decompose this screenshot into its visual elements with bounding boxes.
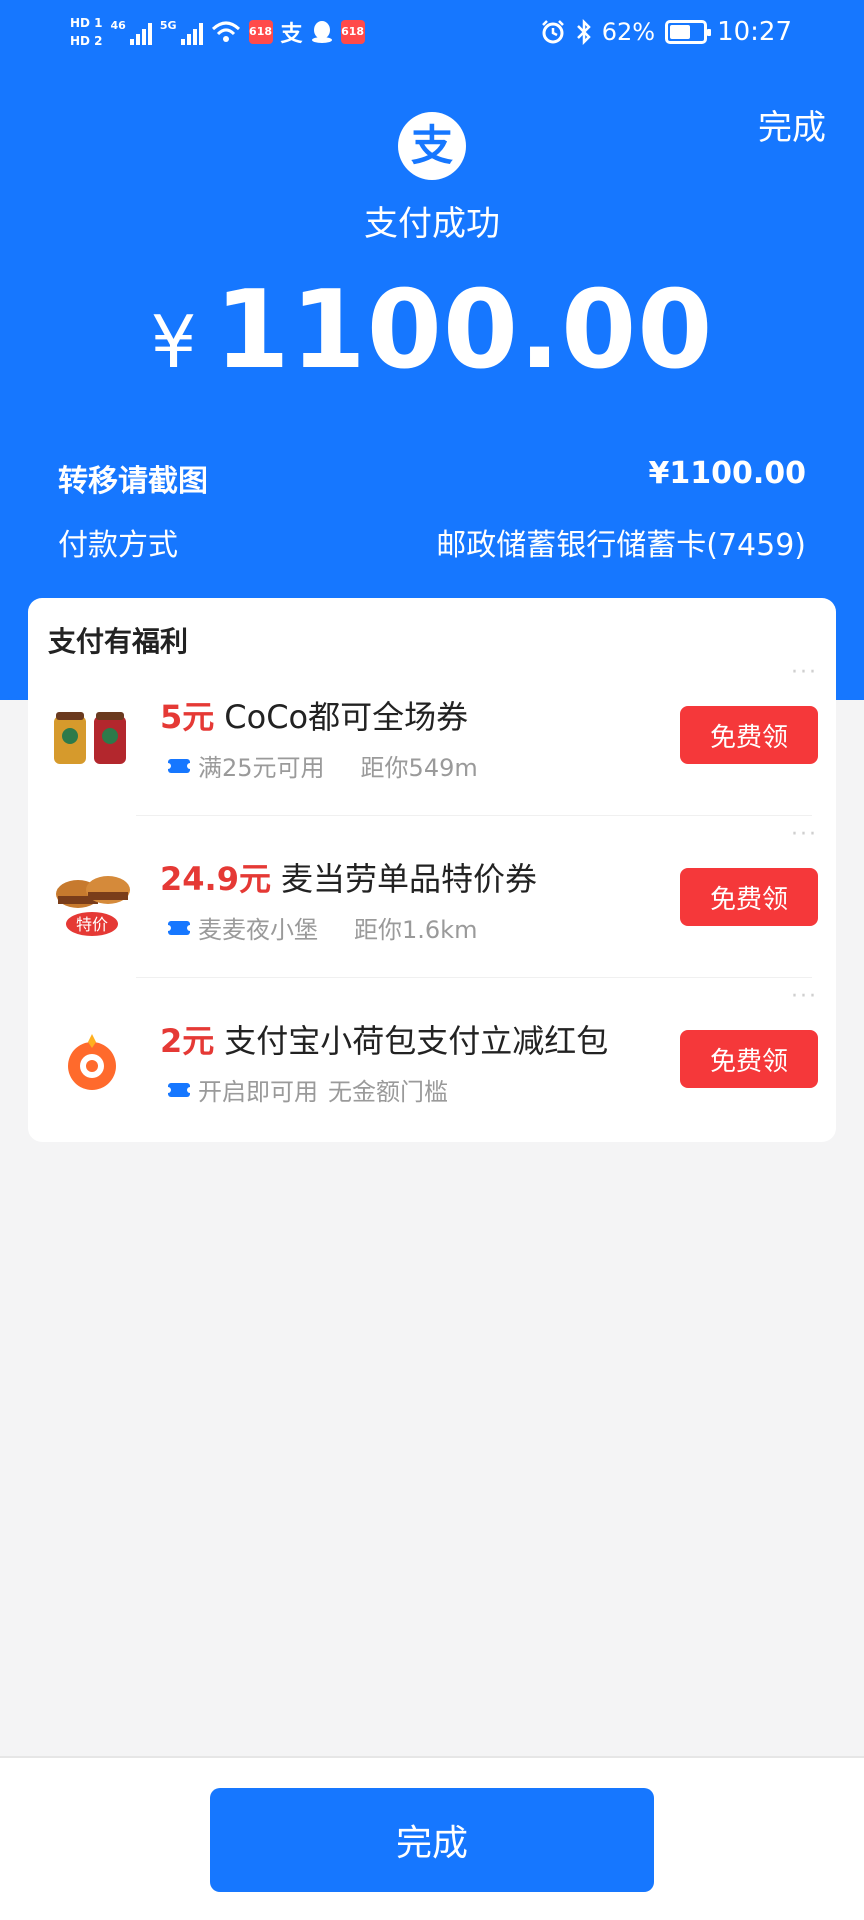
clock: 10:27 [717, 17, 792, 47]
deal-item-alipay-wallet[interactable]: ··· 2元 支付宝小荷包支付立减红包 开启即可用 无金额门槛 免费领 [28, 978, 836, 1140]
deal-name: 麦当劳单品特价券 [280, 860, 537, 898]
network-type-label-2: 5G [159, 19, 177, 32]
deal-title: 2元 支付宝小荷包支付立减红包 [160, 1016, 608, 1062]
wifi-icon [211, 21, 240, 42]
special-price-tag: 特价 [76, 915, 108, 934]
claim-button[interactable]: 免费领 [680, 1030, 818, 1088]
sim1-label: HD 1 [70, 16, 103, 30]
shopping-618-icon-2: 618 [340, 20, 365, 44]
signal-icon-2: 5G [160, 19, 203, 45]
wallet-pouch-icon [68, 1034, 116, 1090]
deal-price: 24.9元 [160, 860, 271, 898]
deal-condition: 满25元可用 [198, 754, 325, 782]
deal-title: 24.9元 麦当劳单品特价券 [160, 854, 537, 900]
claim-button[interactable]: 免费领 [680, 706, 818, 764]
deal-title: 5元 CoCo都可全场券 [160, 692, 468, 738]
more-options-icon[interactable]: ··· [791, 822, 818, 847]
deal-price: 2元 [160, 1022, 215, 1060]
ticket-icon [165, 1082, 193, 1097]
deal-price: 5元 [160, 698, 215, 736]
payment-amount: ¥1100.00 [0, 268, 864, 393]
deal-condition: 开启即可用 [198, 1078, 318, 1106]
battery-percent: 62% [601, 18, 656, 46]
info-row-amount: 转移请截图 ¥1100.00 [58, 456, 806, 500]
done-button[interactable]: 完成 [210, 1788, 654, 1892]
deal-distance: 距你549m [360, 754, 478, 782]
ticket-icon [165, 758, 193, 773]
info-label: 转移请截图 [58, 464, 208, 499]
deal-item-mcdonalds[interactable]: ··· 特价 24.9元 麦当劳单品特价券 麦麦夜小堡 距你1.6km 免费领 [28, 816, 836, 978]
signal-icon: 46 [111, 19, 152, 45]
benefits-card: 支付有福利 ··· 5元 CoCo都可全场券 满25元可用 距你549m 免费领 ·… [28, 598, 836, 1142]
battery-level [670, 25, 690, 39]
info-value: ¥1100.00 [648, 456, 806, 491]
deal-subtitle: 满25元可用 距你549m [165, 748, 478, 783]
status-bar: HD 1 HD 2 46 5G 618 支 618 62% 10:27 [0, 0, 864, 64]
deal-item-coco[interactable]: ··· 5元 CoCo都可全场券 满25元可用 距你549m 免费领 [28, 654, 836, 816]
sim-indicator: HD 1 HD 2 [70, 15, 103, 49]
shopping-618-icon: 618 [248, 20, 273, 44]
more-options-icon[interactable]: ··· [791, 984, 818, 1009]
bluetooth-icon [576, 19, 591, 45]
alipay-notification-icon: 支 [280, 22, 303, 47]
more-options-icon[interactable]: ··· [791, 660, 818, 685]
deal-subtitle: 麦麦夜小堡 距你1.6km [165, 910, 478, 945]
alipay-logo-icon: 支 [398, 112, 466, 180]
ticket-icon [165, 920, 193, 935]
deal-name: CoCo都可全场券 [224, 698, 469, 736]
deal-condition: 麦麦夜小堡 [198, 916, 318, 944]
qq-icon [311, 21, 332, 43]
status-bar-left: HD 1 HD 2 46 5G 618 支 618 [70, 10, 365, 54]
status-bar-right: 62% 10:27 [540, 10, 792, 54]
battery-icon [665, 20, 712, 44]
done-button-top[interactable]: 完成 [758, 100, 826, 149]
deal-threshold: 无金额门槛 [328, 1078, 448, 1106]
coco-drinks-image [54, 712, 126, 764]
amount-value: 1100.00 [214, 268, 714, 393]
deal-name: 支付宝小荷包支付立减红包 [224, 1022, 609, 1060]
alarm-icon [541, 20, 564, 44]
deal-subtitle: 开启即可用 无金额门槛 [165, 1072, 448, 1107]
deal-distance: 距你1.6km [354, 916, 478, 944]
page-title: 支付成功 [364, 204, 500, 244]
currency-symbol: ¥ [150, 300, 197, 384]
burger-image: 特价 [56, 876, 130, 936]
network-type-label: 46 [110, 19, 126, 32]
claim-button[interactable]: 免费领 [680, 868, 818, 926]
payment-method-label: 付款方式 [58, 528, 178, 563]
payment-method-value: 邮政储蓄银行储蓄卡(7459) [436, 528, 806, 563]
sim2-label: HD 2 [70, 34, 103, 48]
info-row-payment-method: 付款方式 邮政储蓄银行储蓄卡(7459) [58, 520, 806, 564]
